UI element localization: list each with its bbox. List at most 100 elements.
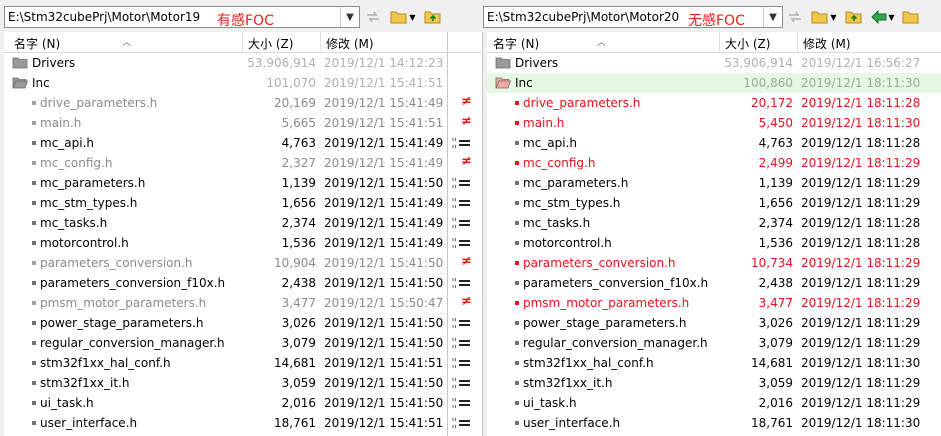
left-path-annotation: 有感FOC: [217, 13, 274, 29]
file-size: 2,438: [758, 276, 793, 290]
file-modified: 2019/12/1 18:11:29: [801, 296, 921, 310]
file-size: 20,169: [274, 96, 316, 110]
file-row[interactable]: mc_api.h 4,763 2019/12/1 15:41:49: [4, 133, 447, 153]
file-modified: 2019/12/1 18:11:29: [801, 256, 921, 270]
file-row[interactable]: mc_stm_types.h 1,656 2019/12/1 15:41:49: [4, 193, 447, 213]
left-header-modified[interactable]: 修改 (M): [326, 35, 374, 52]
file-row[interactable]: main.h 5,450 2019/12/1 18:11:30: [487, 113, 941, 133]
file-size: 3,026: [281, 316, 316, 330]
right-open-folder-button[interactable]: ▼: [809, 8, 839, 26]
file-row[interactable]: ui_task.h 2,016 2019/12/1 18:11:29: [487, 393, 941, 413]
file-row[interactable]: regular_conversion_manager.h 3,079 2019/12…: [4, 333, 447, 353]
folder-icon: [495, 57, 511, 69]
equal-icon: [448, 413, 482, 433]
file-bullet-icon: [32, 341, 36, 345]
right-open-folder-alt-button[interactable]: [902, 8, 920, 26]
file-row[interactable]: parameters_conversion_f10x.h 2,438 2019/12…: [4, 273, 447, 293]
file-row[interactable]: stm32f1xx_it.h 3,059 2019/12/1 15:41:50: [4, 373, 447, 393]
left-file-list[interactable]: Drivers 53,906,914 2019/12/1 14:12:23 Inc 10…: [4, 53, 447, 436]
file-bullet-icon: [32, 181, 36, 185]
left-open-folder-button[interactable]: ▼: [388, 8, 418, 26]
file-bullet-icon: [515, 401, 519, 405]
file-row[interactable]: pmsm_motor_parameters.h 3,477 2019/12/1 18…: [487, 293, 941, 313]
file-size: 3,477: [758, 296, 793, 310]
file-row[interactable]: mc_tasks.h 2,374 2019/12/1 18:11:28: [487, 213, 941, 233]
file-size: 3,079: [758, 336, 793, 350]
file-name: user_interface.h: [40, 416, 138, 430]
file-row[interactable]: parameters_conversion.h 10,904 2019/12/1 1…: [4, 253, 447, 273]
chevron-down-icon: ▼: [409, 12, 416, 22]
file-size: 18,761: [274, 416, 316, 430]
file-row[interactable]: power_stage_parameters.h 3,026 2019/12/1 1…: [487, 313, 941, 333]
file-name: mc_tasks.h: [523, 216, 591, 230]
folder-open-icon: [12, 77, 28, 89]
file-row[interactable]: mc_tasks.h 2,374 2019/12/1 15:41:49: [4, 213, 447, 233]
file-row[interactable]: motorcontrol.h 1,536 2019/12/1 15:41:49: [4, 233, 447, 253]
file-row[interactable]: mc_config.h 2,327 2019/12/1 15:41:49: [4, 153, 447, 173]
file-size: 10,904: [274, 256, 316, 270]
left-up-folder-button[interactable]: [424, 8, 442, 26]
file-row[interactable]: main.h 5,665 2019/12/1 15:41:51: [4, 113, 447, 133]
file-row[interactable]: ui_task.h 2,016 2019/12/1 15:41:50: [4, 393, 447, 413]
file-row[interactable]: user_interface.h 18,761 2019/12/1 15:41:51: [4, 413, 447, 433]
file-row[interactable]: stm32f1xx_hal_conf.h 14,681 2019/12/1 18:1…: [487, 353, 941, 373]
file-row[interactable]: mc_config.h 2,499 2019/12/1 18:11:29: [487, 153, 941, 173]
file-row[interactable]: pmsm_motor_parameters.h 3,477 2019/12/1 15…: [4, 293, 447, 313]
left-header-name[interactable]: 名字 (N): [14, 35, 60, 52]
file-row[interactable]: power_stage_parameters.h 3,026 2019/12/1 1…: [4, 313, 447, 333]
file-row[interactable]: motorcontrol.h 1,536 2019/12/1 18:11:28: [487, 233, 941, 253]
comparison-gutter: ≠ ≠ ≠ ≠ ≠: [447, 32, 483, 436]
not-equal-icon: ≠: [461, 254, 472, 269]
file-size: 101,070: [266, 76, 316, 90]
swap-arrow-icon: [367, 11, 379, 23]
folder-row[interactable]: Drivers 53,906,914 2019/12/1 14:12:23: [4, 53, 447, 73]
right-path-combobox[interactable]: E:\Stm32cubePrj\Motor\Motor20 无感FOC ▼: [483, 6, 783, 29]
file-row[interactable]: stm32f1xx_it.h 3,059 2019/12/1 18:11:29: [487, 373, 941, 393]
right-header-size[interactable]: 大小 (Z): [725, 35, 770, 52]
left-swap-button[interactable]: [364, 8, 382, 26]
folder-row[interactable]: Inc 101,070 2019/12/1 15:41:51: [4, 73, 447, 93]
file-modified: 2019/12/1 18:11:30: [801, 116, 921, 130]
file-modified: 2019/12/1 18:11:28: [801, 236, 921, 250]
file-modified: 2019/12/1 15:41:49: [324, 136, 444, 150]
file-row[interactable]: drive_parameters.h 20,169 2019/12/1 15:41:…: [4, 93, 447, 113]
file-name: drive_parameters.h: [40, 96, 158, 110]
file-modified: 2019/12/1 18:11:29: [801, 196, 921, 210]
file-row[interactable]: mc_parameters.h 1,139 2019/12/1 18:11:29: [487, 173, 941, 193]
left-path-dropdown-button[interactable]: ▼: [340, 7, 359, 27]
right-header-name[interactable]: 名字 (N): [493, 35, 539, 52]
right-back-button[interactable]: ▼: [869, 8, 897, 26]
file-bullet-icon: [32, 381, 36, 385]
file-row[interactable]: drive_parameters.h 20,172 2019/12/1 18:11:…: [487, 93, 941, 113]
file-bullet-icon: [515, 361, 519, 365]
file-row[interactable]: parameters_conversion.h 10,734 2019/12/1 1…: [487, 253, 941, 273]
chevron-down-icon: ▼: [830, 12, 837, 22]
file-name: mc_parameters.h: [40, 176, 146, 190]
file-bullet-icon: [515, 241, 519, 245]
right-file-list[interactable]: Drivers 53,906,914 2019/12/1 16:56:27 Inc 10…: [487, 53, 941, 436]
file-row[interactable]: mc_parameters.h 1,139 2019/12/1 15:41:50: [4, 173, 447, 193]
file-row[interactable]: mc_api.h 4,763 2019/12/1 18:11:28: [487, 133, 941, 153]
right-path-dropdown-button[interactable]: ▼: [763, 7, 782, 27]
file-name: Inc: [515, 76, 533, 90]
file-row[interactable]: mc_stm_types.h 1,656 2019/12/1 18:11:29: [487, 193, 941, 213]
file-modified: 2019/12/1 18:11:30: [801, 356, 921, 370]
file-bullet-icon: [515, 101, 519, 105]
right-swap-button[interactable]: [786, 8, 804, 26]
file-row[interactable]: user_interface.h 18,761 2019/12/1 18:11:30: [487, 413, 941, 433]
file-size: 3,059: [281, 376, 316, 390]
folder-row[interactable]: Inc 100,860 2019/12/1 18:11:30: [487, 73, 941, 93]
right-up-folder-button[interactable]: [845, 8, 863, 26]
right-header-modified[interactable]: 修改 (M): [803, 35, 851, 52]
left-header-size[interactable]: 大小 (Z): [248, 35, 293, 52]
file-row[interactable]: regular_conversion_manager.h 3,079 2019/12…: [487, 333, 941, 353]
folder-row[interactable]: Drivers 53,906,914 2019/12/1 16:56:27: [487, 53, 941, 73]
left-path-combobox[interactable]: E:\Stm32cubePrj\Motor\Motor19 有感FOC ▼: [4, 6, 360, 29]
file-name: Drivers: [32, 56, 76, 70]
folder-icon: [12, 57, 28, 69]
equal-icon: [448, 133, 482, 153]
file-row[interactable]: stm32f1xx_hal_conf.h 14,681 2019/12/1 15:4…: [4, 353, 447, 373]
file-name: pmsm_motor_parameters.h: [40, 296, 207, 310]
file-row[interactable]: parameters_conversion_f10x.h 2,438 2019/12…: [487, 273, 941, 293]
file-name: parameters_conversion.h: [40, 256, 193, 270]
